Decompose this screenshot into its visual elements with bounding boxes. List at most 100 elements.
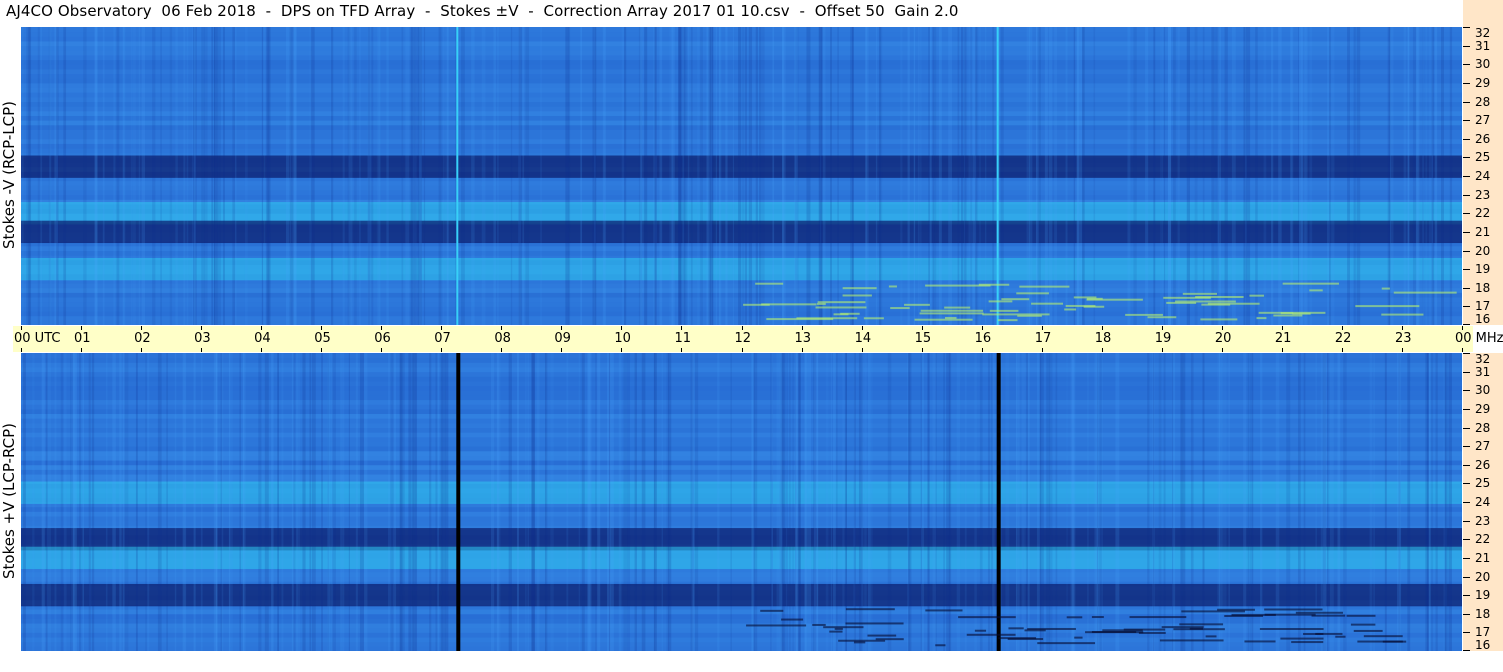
freq-tick	[1463, 520, 1470, 522]
striation	[415, 353, 418, 651]
time-tick-label: 09	[554, 331, 571, 346]
striation	[354, 27, 357, 325]
striation	[123, 27, 126, 325]
burst-mark	[823, 626, 864, 629]
striation	[1337, 353, 1341, 651]
freq-axis-top: 32 31 30 29 28 27 26 25 24 23 22 21 20 19 18 17 16	[1463, 27, 1503, 325]
striation	[1428, 353, 1430, 651]
striation	[438, 27, 442, 325]
striation	[1211, 27, 1215, 325]
striation	[1278, 27, 1282, 325]
time-tick-label: 19	[1154, 331, 1172, 346]
time-tick	[261, 326, 263, 330]
striation	[948, 353, 952, 651]
striation	[405, 27, 410, 325]
time-tick-label: 04	[254, 331, 271, 346]
freq-tick-label: 23	[1475, 187, 1491, 202]
striation	[175, 27, 178, 325]
freq-tick	[1463, 306, 1470, 308]
striation	[1048, 27, 1053, 325]
striation	[687, 27, 690, 325]
striation	[1161, 27, 1163, 325]
striation	[105, 353, 108, 651]
striation	[992, 27, 995, 325]
striation	[641, 353, 646, 651]
striation	[83, 27, 87, 325]
vertical-marker-line	[456, 27, 459, 325]
burst-mark	[1201, 303, 1231, 306]
striation	[1217, 353, 1219, 651]
striation	[580, 27, 583, 325]
striation	[715, 27, 717, 325]
striation	[661, 353, 663, 651]
striation	[759, 27, 761, 325]
striation	[1065, 27, 1068, 325]
freq-tick	[1463, 650, 1470, 651]
striation	[744, 27, 748, 325]
striation	[1224, 27, 1228, 325]
striation	[145, 353, 147, 651]
striation	[760, 27, 765, 325]
burst-mark	[1001, 298, 1030, 301]
striation	[1449, 27, 1453, 325]
striation	[239, 353, 242, 651]
striation	[157, 353, 162, 651]
burst-mark	[1355, 305, 1420, 308]
striation	[1435, 353, 1438, 651]
striation	[264, 353, 269, 651]
striation	[376, 27, 381, 325]
striation	[751, 353, 754, 651]
burst-mark	[1019, 285, 1070, 288]
striation	[985, 27, 987, 325]
burst-mark	[1335, 635, 1346, 638]
striation	[1228, 353, 1230, 651]
burst-mark	[755, 282, 784, 285]
freq-tick-label: 32	[1475, 26, 1491, 40]
striation	[666, 353, 670, 651]
striation	[691, 353, 695, 651]
striation	[700, 27, 703, 325]
freq-tick	[1463, 231, 1470, 233]
freq-tick	[1463, 613, 1470, 615]
striation	[1344, 353, 1347, 651]
burst-mark	[1166, 301, 1197, 304]
striation	[54, 27, 58, 325]
striation	[1133, 27, 1137, 325]
freq-tick-label: 26	[1475, 131, 1491, 146]
striation	[88, 353, 91, 651]
striation	[795, 353, 799, 651]
vertical-marker-line	[996, 27, 999, 325]
time-tick	[1401, 326, 1403, 330]
striation	[41, 353, 45, 651]
burst-mark	[1224, 614, 1264, 617]
time-tick-label: 00 UTC	[14, 331, 61, 346]
striation	[138, 27, 141, 325]
striation	[1298, 27, 1300, 325]
striation	[1066, 353, 1068, 651]
striation	[669, 27, 673, 325]
freq-tick-label: 31	[1475, 38, 1491, 53]
striation	[330, 353, 334, 651]
striation	[490, 353, 495, 651]
striation	[1445, 353, 1447, 651]
striation	[215, 353, 218, 651]
striation	[281, 353, 284, 651]
time-tick	[141, 326, 143, 330]
striation	[627, 353, 631, 651]
time-tick	[561, 348, 563, 352]
burst-mark	[1200, 318, 1238, 321]
striation	[788, 353, 791, 651]
burst-mark	[978, 283, 1010, 286]
burst-mark	[834, 627, 843, 630]
striation	[1218, 27, 1222, 325]
striation	[267, 27, 271, 325]
striation	[1018, 353, 1020, 651]
striation	[794, 27, 798, 325]
striation	[296, 353, 298, 651]
striation	[387, 353, 392, 651]
freq-axis-bottom: 32 31 30 29 28 27 26 25 24 23 22 21 20 19 18 17 16	[1463, 353, 1503, 651]
striation	[1302, 27, 1306, 325]
striation	[718, 27, 721, 325]
striation	[1255, 27, 1258, 325]
striation	[837, 27, 839, 325]
